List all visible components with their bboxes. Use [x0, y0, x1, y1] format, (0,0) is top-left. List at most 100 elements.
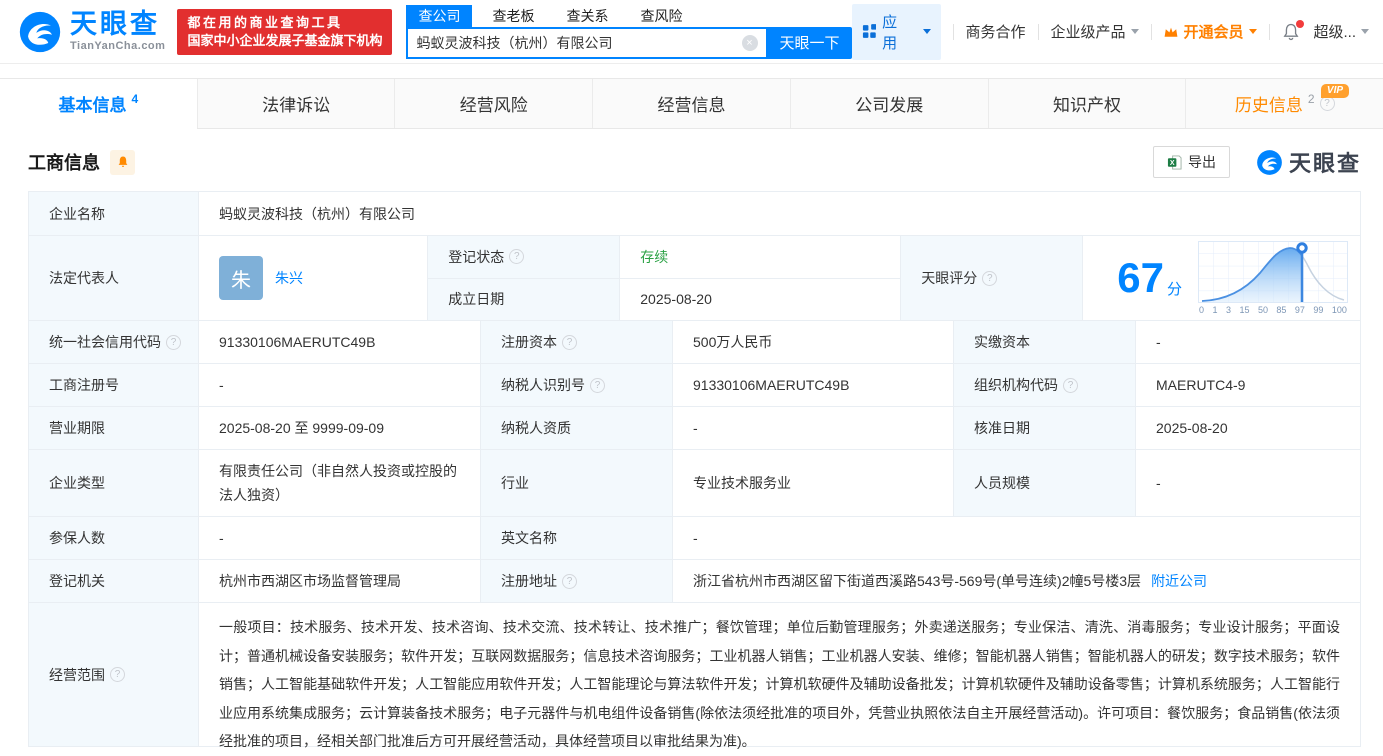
menu-super-vip[interactable]: 超级... — [1313, 21, 1369, 42]
menu-enterprise[interactable]: 企业级产品 — [1050, 21, 1139, 42]
export-button[interactable]: X 导出 — [1152, 146, 1230, 178]
search-input[interactable] — [408, 34, 742, 51]
field-label: 企业名称 — [29, 192, 199, 235]
table-row: 法定代表人 朱 朱兴 登记状态? 存续 成立日期 2025-08-20 天眼评分… — [29, 236, 1360, 321]
tab-operating-risk[interactable]: 经营风险 — [395, 79, 594, 128]
field-label: 成立日期 — [428, 278, 621, 320]
chevron-down-icon — [922, 29, 931, 34]
apps-menu[interactable]: 应用 — [851, 3, 941, 60]
search-area: 查公司 查老板 查关系 查风险 × 天眼一下 — [406, 4, 852, 59]
help-icon[interactable]: ? — [590, 377, 605, 393]
tab-basic-info[interactable]: 基本信息 4 — [0, 79, 198, 129]
chevron-down-icon — [1130, 29, 1139, 34]
grid-apps-icon — [862, 24, 877, 38]
table-row: 统一社会信用代码? 91330106MAERUTC49B 注册资本? 500万人… — [29, 321, 1360, 364]
score-value: 67 — [1117, 254, 1164, 301]
avatar[interactable]: 朱 — [219, 256, 263, 300]
menu-cooperation[interactable]: 商务合作 — [965, 21, 1025, 42]
business-scope-value: 一般项目：技术服务、技术开发、技术咨询、技术交流、技术转让、技术推广；餐饮管理；… — [219, 619, 1340, 749]
field-label: 行业 — [481, 450, 673, 516]
legal-rep-link[interactable]: 朱兴 — [275, 268, 303, 288]
help-icon[interactable]: ? — [509, 249, 525, 265]
search-tab-boss[interactable]: 查老板 — [480, 5, 546, 27]
table-row: 参保人数 - 英文名称 - — [29, 517, 1360, 560]
table-row: 企业类型 有限责任公司（非自然人投资或控股的法人独资） 行业 专业技术服务业 人… — [29, 450, 1360, 517]
clear-search-icon[interactable]: × — [741, 34, 758, 51]
field-label: 实缴资本 — [954, 321, 1136, 363]
business-registration-table: 企业名称 蚂蚁灵波科技（杭州）有限公司 法定代表人 朱 朱兴 登记状态? 存续 … — [28, 191, 1361, 749]
help-icon[interactable]: ? — [1063, 377, 1078, 393]
svg-text:X: X — [1170, 159, 1175, 166]
help-icon[interactable]: ? — [1319, 96, 1335, 111]
search-box: × — [406, 26, 768, 59]
bell-icon — [118, 156, 127, 167]
search-tab-company[interactable]: 查公司 — [406, 4, 473, 27]
table-row: 经营范围? 一般项目：技术服务、技术开发、技术咨询、技术交流、技术转让、技术推广… — [29, 603, 1360, 749]
brand-slogan: 都在用的商业查询工具 国家中小企业发展子基金旗下机构 — [177, 8, 393, 55]
field-label: 登记机关 — [29, 560, 199, 602]
field-label: 工商注册号 — [29, 364, 199, 406]
business-term-value: 2025-08-20 至 9999-09-09 — [199, 407, 481, 449]
score-axis-ticks: 01 3 15 50 85 97 99 100 — [1199, 305, 1347, 315]
paid-capital-value: - — [1156, 334, 1161, 350]
field-label: 英文名称 — [481, 517, 673, 559]
excel-icon: X — [1167, 154, 1182, 170]
monitor-bell-button[interactable] — [110, 149, 135, 175]
field-label: 法定代表人 — [29, 236, 199, 320]
top-menu: 应用 商务合作 企业级产品 开通会员 超级... — [851, 3, 1369, 60]
search-tab-risk[interactable]: 查风险 — [628, 5, 694, 27]
divider — [1150, 23, 1152, 40]
notification-bell[interactable] — [1281, 19, 1305, 42]
table-row: 工商注册号 - 纳税人识别号? 91330106MAERUTC49B 组织机构代… — [29, 364, 1360, 407]
company-type-value: 有限责任公司（非自然人投资或控股的法人独资） — [199, 450, 481, 516]
company-section-tabs: 基本信息 4 法律诉讼 经营风险 经营信息 公司发展 知识产权 VIP 历史信息 2… — [0, 78, 1383, 129]
tianyancha-logo[interactable]: 天眼查 TianYanCha.com — [18, 10, 165, 54]
table-row: 登记机关 杭州市西湖区市场监督管理局 注册地址? 浙江省杭州市西湖区留下街道西溪… — [29, 560, 1360, 603]
field-label: 登记状态? — [428, 236, 621, 278]
field-label: 企业类型 — [29, 450, 199, 516]
notification-badge — [1296, 19, 1305, 28]
tab-legal-proceedings[interactable]: 法律诉讼 — [198, 79, 396, 128]
field-label: 人员规模 — [954, 450, 1136, 516]
reg-status-value: 存续 — [640, 248, 669, 265]
menu-membership[interactable]: 开通会员 — [1163, 21, 1257, 42]
field-label: 纳税人识别号? — [481, 364, 673, 406]
top-header: 天眼查 TianYanCha.com 都在用的商业查询工具 国家中小企业发展子基… — [0, 0, 1383, 64]
tab-company-development[interactable]: 公司发展 — [791, 79, 989, 128]
nearby-companies-link[interactable]: 附近公司 — [1151, 571, 1207, 591]
english-name-value: - — [693, 530, 698, 546]
chevron-down-icon — [1361, 29, 1369, 34]
company-name-value: 蚂蚁灵波科技（杭州）有限公司 — [219, 205, 415, 222]
credit-code-value: 91330106MAERUTC49B — [199, 321, 481, 363]
business-info-section-head: 工商信息 X 导出 天眼查 — [0, 129, 1383, 191]
field-label: 营业期限 — [29, 407, 199, 449]
table-row: 企业名称 蚂蚁灵波科技（杭州）有限公司 — [29, 192, 1360, 236]
industry-value: 专业技术服务业 — [673, 450, 954, 516]
org-code-value: MAERUTC4-9 — [1156, 377, 1246, 393]
establish-date-value: 2025-08-20 — [640, 291, 712, 308]
insured-count-value: - — [199, 517, 481, 559]
search-tab-relation[interactable]: 查关系 — [554, 5, 620, 27]
search-button[interactable]: 天眼一下 — [767, 26, 852, 59]
divider — [1268, 23, 1270, 40]
score-unit: 分 — [1166, 281, 1182, 298]
approval-date-value: 2025-08-20 — [1156, 420, 1228, 436]
help-icon[interactable]: ? — [562, 334, 577, 350]
help-icon[interactable]: ? — [110, 667, 125, 682]
help-icon[interactable]: ? — [562, 573, 577, 589]
reg-address-value: 浙江省杭州市西湖区留下街道西溪路543号-569号(单号连续)2幢5号楼3层 — [693, 573, 1142, 589]
logo-eye-icon — [19, 11, 61, 52]
crown-icon — [1165, 27, 1178, 37]
vip-badge: VIP — [1320, 84, 1350, 98]
reg-address-cell: 浙江省杭州市西湖区留下街道西溪路543号-569号(单号连续)2幢5号楼3层 附… — [673, 560, 1360, 602]
tab-intellectual-property[interactable]: 知识产权 — [989, 79, 1187, 128]
taxpayer-id-value: 91330106MAERUTC49B — [673, 364, 954, 406]
tab-history-info[interactable]: VIP 历史信息 2 ? — [1186, 79, 1383, 128]
reg-number-value: - — [199, 364, 481, 406]
tab-business-info[interactable]: 经营信息 — [593, 79, 791, 128]
logo-eye-icon — [1257, 149, 1282, 175]
tianyan-score-cell: 67 分 0 1 3 15 50 85 97 99 100 — [1083, 236, 1360, 320]
help-icon[interactable]: ? — [982, 270, 998, 286]
staff-size-value: - — [1156, 475, 1161, 491]
help-icon[interactable]: ? — [166, 334, 181, 350]
